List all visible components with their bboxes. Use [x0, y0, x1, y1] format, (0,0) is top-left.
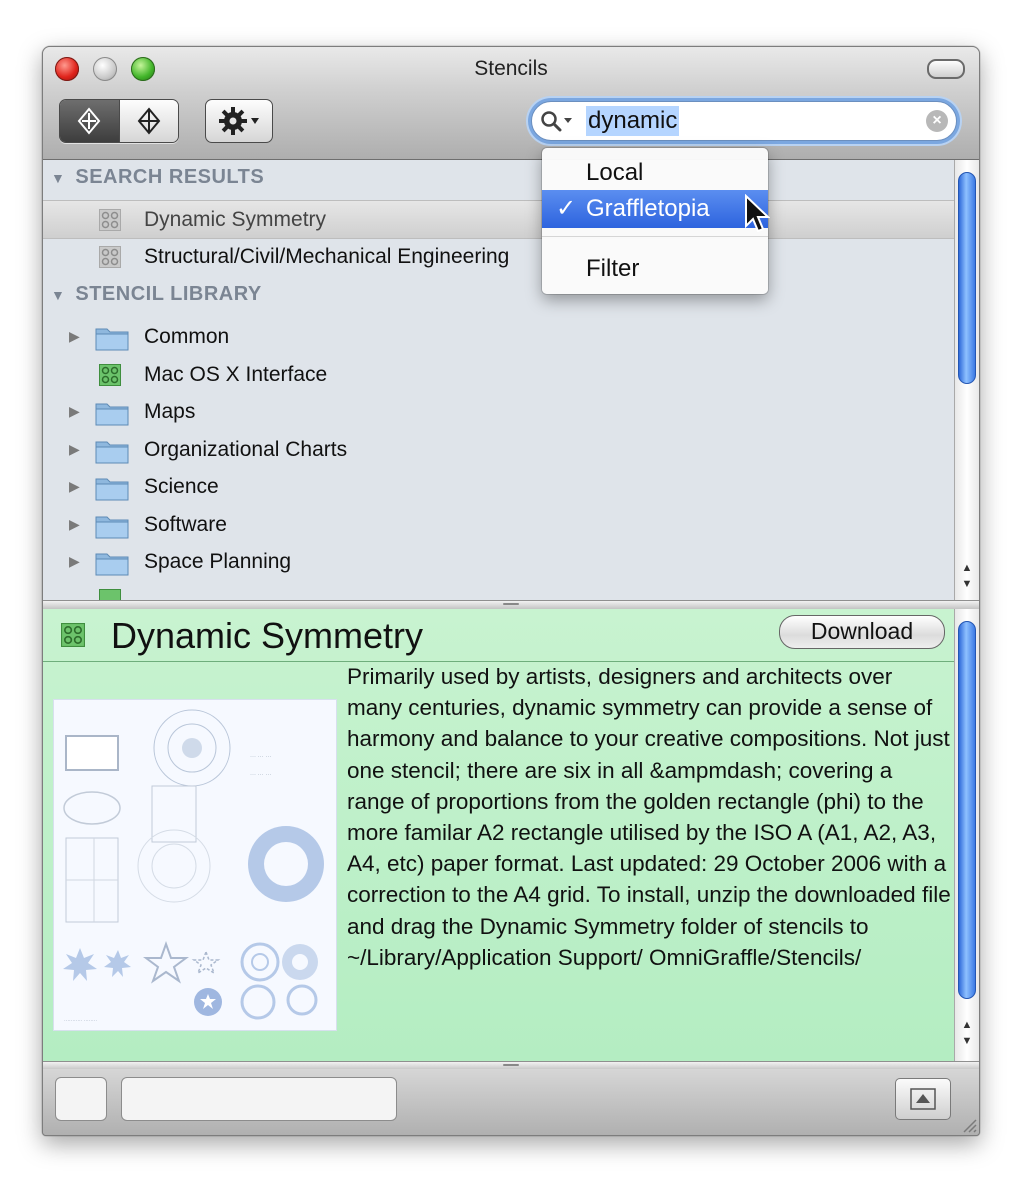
download-button[interactable]: Download: [779, 615, 945, 649]
splitter-grip: [503, 1064, 519, 1066]
toolbar-pill-icon[interactable]: [927, 59, 965, 79]
folder-icon: [95, 441, 129, 464]
library-row-maps[interactable]: ▶ Maps: [43, 393, 955, 430]
mouse-pointer-icon: [745, 194, 770, 233]
list-scrollbar[interactable]: ▲ ▼: [954, 160, 979, 600]
folder-icon: [95, 478, 129, 501]
disclosure-closed-icon[interactable]: ▶: [69, 431, 80, 468]
row-label: Science: [144, 475, 219, 498]
disclosure-closed-icon[interactable]: ▶: [69, 468, 80, 505]
stencil-icon: [99, 589, 121, 600]
library-row-space-planning[interactable]: ▶ Space Planning: [43, 543, 955, 580]
search-icon[interactable]: [540, 110, 580, 132]
folder-icon: [95, 516, 129, 539]
stencil-icon: [61, 623, 85, 647]
section-label: SEARCH RESULTS: [75, 166, 265, 188]
scroll-arrows[interactable]: ▲ ▼: [955, 560, 979, 592]
search-field[interactable]: dynamic ×: [531, 101, 957, 141]
row-label: Structural/Civil/Mechanical Engineering: [144, 245, 510, 268]
stencil-preview-image: ··· ··· ··· ··· ··· ··· ··········· ····…: [53, 699, 337, 1031]
library-row-common[interactable]: ▶ Common: [43, 318, 955, 355]
search-result-row[interactable]: Dynamic Symmetry: [43, 200, 955, 239]
stencil-icon: [99, 364, 121, 386]
stencil-icon: [99, 209, 121, 231]
chevron-down-icon: [251, 118, 259, 124]
search-input-text[interactable]: dynamic: [586, 106, 680, 136]
row-label: Space Planning: [144, 550, 292, 573]
row-label: Maps: [144, 400, 196, 423]
svg-text:··········· ········: ··········· ········: [64, 1018, 97, 1024]
title-toolbar: Stencils dynamic ×: [43, 47, 979, 160]
library-row-partial[interactable]: [43, 581, 955, 600]
bottom-bar: [43, 1069, 979, 1135]
eject-icon: [910, 1088, 936, 1110]
detail-scroll-thumb[interactable]: [958, 621, 976, 999]
row-label: Mac OS X Interface: [144, 363, 328, 386]
section-header-search-results[interactable]: ▼ SEARCH RESULTS: [51, 162, 264, 192]
menu-item-local[interactable]: Local: [542, 154, 768, 192]
window-title: Stencils: [474, 57, 548, 80]
search-result-row[interactable]: Structural/Civil/Mechanical Engineering: [43, 238, 955, 275]
eject-button[interactable]: [895, 1078, 951, 1120]
library-row-software[interactable]: ▶ Software: [43, 506, 955, 543]
action-menu-button[interactable]: [205, 99, 273, 143]
stencil-icon: [99, 246, 121, 268]
browse-mode-icon: [137, 107, 161, 135]
checkmark-icon: ✓: [556, 195, 577, 222]
folder-icon: [95, 328, 129, 351]
stencil-mode-button[interactable]: [60, 100, 119, 142]
scroll-arrows[interactable]: ▲ ▼: [955, 1017, 979, 1049]
menu-item-label: Graffletopia: [586, 195, 710, 222]
library-row-science[interactable]: ▶ Science: [43, 468, 955, 505]
list-scroll-thumb[interactable]: [958, 172, 976, 384]
folder-icon: [95, 403, 129, 426]
disclosure-closed-icon[interactable]: ▶: [69, 506, 80, 543]
stencil-list-pane: ▼ SEARCH RESULTS Dynamic Symmetry Structu…: [43, 160, 955, 600]
svg-text:··· ··· ···: ··· ··· ···: [250, 772, 271, 778]
disclosure-open-icon[interactable]: ▼: [51, 280, 65, 310]
disclosure-closed-icon[interactable]: ▶: [69, 318, 80, 355]
browse-mode-button[interactable]: [118, 100, 178, 142]
folder-icon: [95, 553, 129, 576]
row-label: Organizational Charts: [144, 438, 348, 461]
resize-grip-icon[interactable]: [959, 1115, 977, 1133]
disclosure-open-icon[interactable]: ▼: [51, 163, 65, 193]
row-label: Common: [144, 325, 230, 348]
menu-item-label: Filter: [586, 255, 640, 282]
detail-pane: Dynamic Symmetry Download ··· ··· ··· ··…: [43, 609, 955, 1061]
status-well-wide: [121, 1077, 397, 1121]
detail-scrollbar[interactable]: ▲ ▼: [954, 609, 979, 1061]
search-scope-menu: Local ✓ Graffletopia Filter: [542, 148, 768, 294]
menu-item-label: Local: [586, 159, 644, 186]
detail-description: Primarily used by artists, designers and…: [347, 664, 951, 970]
section-label: STENCIL LIBRARY: [75, 283, 262, 305]
splitter-grip: [503, 603, 519, 605]
stencils-window: Stencils dynamic × ▼ SEARCH RESULTS Dyna…: [42, 46, 980, 1136]
row-label: Software: [144, 513, 227, 536]
row-label: Dynamic Symmetry: [144, 208, 327, 231]
disclosure-closed-icon[interactable]: ▶: [69, 543, 80, 580]
clear-search-icon[interactable]: ×: [926, 110, 948, 132]
menu-separator: [542, 236, 768, 237]
library-row-organizational-charts[interactable]: ▶ Organizational Charts: [43, 431, 955, 468]
view-mode-segmented-control: [59, 99, 179, 143]
svg-text:··· ··· ···: ··· ··· ···: [250, 754, 271, 760]
detail-title: Dynamic Symmetry: [111, 615, 424, 656]
detail-header: Dynamic Symmetry Download: [43, 609, 955, 662]
gear-icon: [219, 107, 247, 135]
menu-item-graffletopia[interactable]: ✓ Graffletopia: [542, 190, 768, 228]
disclosure-closed-icon[interactable]: ▶: [69, 393, 80, 430]
stencil-mode-icon: [77, 107, 101, 135]
menu-item-filter[interactable]: Filter: [542, 250, 768, 288]
status-well-small: [55, 1077, 107, 1121]
section-header-stencil-library[interactable]: ▼ STENCIL LIBRARY: [51, 279, 262, 309]
library-row-mac-os-x-interface[interactable]: Mac OS X Interface: [43, 356, 955, 393]
